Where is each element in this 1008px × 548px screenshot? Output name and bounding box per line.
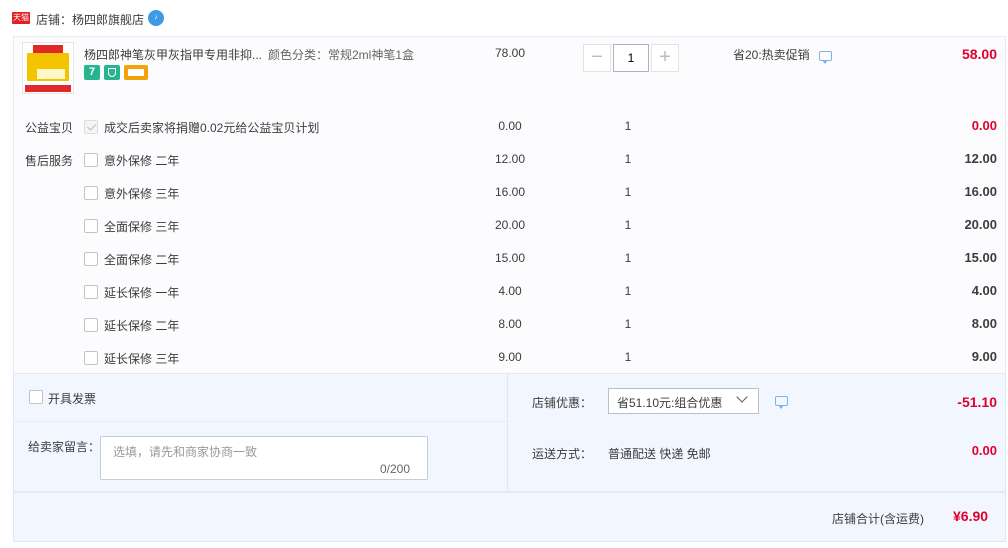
- quantity-increase-button[interactable]: +: [651, 44, 679, 72]
- service-price: 12.00: [494, 152, 526, 166]
- charity-label: 公益宝贝: [25, 121, 74, 135]
- product-sku: 颜色分类：常规2ml神笔1盒: [268, 48, 415, 62]
- service-subtotal: 0.00: [971, 118, 997, 133]
- service-subtotal: 20.00: [964, 217, 997, 232]
- service-quantity: 1: [624, 317, 632, 331]
- shipping-label: 运送方式：: [532, 447, 593, 461]
- shop-total-label: 店铺合计(含运费): [832, 512, 924, 526]
- message-label: 给卖家留言：: [28, 440, 101, 454]
- shop-discount-amount: -51.10: [957, 394, 997, 410]
- service-checkbox[interactable]: [84, 285, 98, 299]
- service-price: 15.00: [494, 251, 526, 265]
- service-price: 20.00: [494, 218, 526, 232]
- service-checkbox[interactable]: [84, 120, 98, 134]
- quantity-decrease-button[interactable]: −: [583, 44, 611, 72]
- message-char-counter: 0/200: [380, 462, 411, 476]
- service-quantity: 1: [624, 218, 632, 232]
- service-quantity: 1: [624, 350, 632, 364]
- promotion-comment-icon[interactable]: [819, 51, 832, 64]
- shop-discount-label: 店铺优惠：: [532, 396, 593, 410]
- product-title-link[interactable]: 杨四郎神笔灰甲灰指甲专用非抑...: [84, 46, 269, 63]
- service-price: 0.00: [498, 119, 522, 133]
- service-quantity: 1: [624, 284, 632, 298]
- service-subtotal: 9.00: [971, 349, 997, 364]
- service-checkbox[interactable]: [84, 219, 98, 233]
- service-price: 4.00: [498, 284, 522, 298]
- aftersale-label: 售后服务: [25, 154, 74, 168]
- guarantee-shield-icon[interactable]: [104, 65, 120, 80]
- service-subtotal: 4.00: [971, 283, 997, 298]
- service-name[interactable]: 意外保修 二年: [104, 152, 179, 169]
- shop-total-value: ¥6.90: [953, 508, 989, 524]
- service-quantity: 1: [624, 185, 632, 199]
- product-price: 78.00: [494, 46, 526, 60]
- service-quantity: 1: [624, 251, 632, 265]
- discount-comment-icon[interactable]: [775, 396, 788, 409]
- service-name[interactable]: 延长保修 二年: [104, 317, 179, 334]
- service-checkbox[interactable]: [84, 252, 98, 266]
- invoice-label[interactable]: 开具发票: [48, 390, 96, 407]
- divider: [507, 374, 508, 492]
- service-quantity: 1: [624, 152, 632, 166]
- seven-day-return-icon[interactable]: 7: [84, 65, 100, 80]
- service-price: 16.00: [494, 185, 526, 199]
- service-price: 9.00: [498, 350, 522, 364]
- divider: [13, 421, 507, 422]
- service-subtotal: 15.00: [964, 250, 997, 265]
- service-name[interactable]: 延长保修 一年: [104, 284, 179, 301]
- service-checkbox[interactable]: [84, 351, 98, 365]
- service-name[interactable]: 成交后卖家将捐赠0.02元给公益宝贝计划: [104, 119, 319, 136]
- service-quantity: 1: [624, 119, 632, 133]
- wangwang-chat-icon[interactable]: ♪: [148, 10, 164, 26]
- service-name[interactable]: 全面保修 三年: [104, 218, 179, 235]
- promotion-text: 省20:热卖促销: [733, 48, 810, 62]
- quantity-input[interactable]: [613, 44, 649, 72]
- shipping-amount: 0.00: [971, 443, 997, 458]
- service-name[interactable]: 延长保修 三年: [104, 350, 179, 367]
- message-placeholder: 选填，请先和商家协商一致: [113, 445, 258, 459]
- service-subtotal: 12.00: [964, 151, 997, 166]
- service-price: 8.00: [498, 317, 522, 331]
- tmall-logo-icon: 天猫: [12, 12, 30, 24]
- service-checkbox[interactable]: [84, 318, 98, 332]
- service-name[interactable]: 全面保修 二年: [104, 251, 179, 268]
- credit-card-icon[interactable]: [124, 65, 148, 80]
- product-thumbnail[interactable]: [22, 42, 74, 94]
- service-checkbox[interactable]: [84, 186, 98, 200]
- service-subtotal: 16.00: [964, 184, 997, 199]
- service-checkbox[interactable]: [84, 153, 98, 167]
- shipping-method: 普通配送 快递 免邮: [608, 447, 711, 461]
- service-name[interactable]: 意外保修 三年: [104, 185, 179, 202]
- shop-discount-selected-value[interactable]: 省51.10元:组合优惠: [617, 394, 722, 411]
- invoice-checkbox[interactable]: [29, 390, 43, 404]
- service-subtotal: 8.00: [971, 316, 997, 331]
- shop-name-link[interactable]: 店铺：杨四郎旗舰店: [36, 11, 144, 28]
- product-subtotal: 58.00: [961, 46, 997, 62]
